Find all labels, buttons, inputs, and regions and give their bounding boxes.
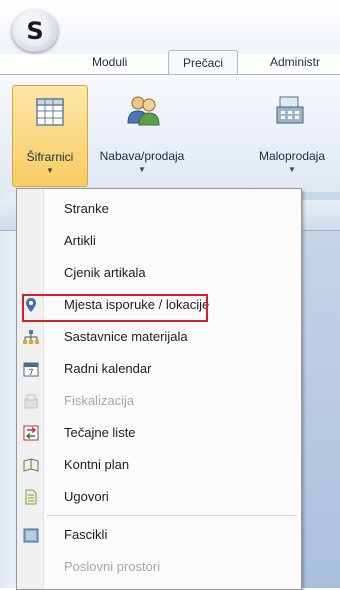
fiscal-icon [24,394,38,409]
sifrarnici-button[interactable]: Šifrarnici ▼ [12,85,88,187]
svg-text:7: 7 [28,368,33,377]
menu-item-fascikli[interactable]: Fascikli [17,521,301,549]
maloprodaja-label: Maloprodaja [258,149,326,163]
dropdown-arrow-icon: ▼ [288,165,296,174]
menu-item-radni-kalendar[interactable]: 7 Radni kalendar [17,355,301,383]
highlight-box-kontni-plan [22,294,208,322]
tab-precaci[interactable]: Prečaci [168,50,239,75]
folder-icon [23,528,39,543]
dropdown-arrow-icon: ▼ [46,166,54,175]
menu-item-fiskalizacija: Fiskalizacija [17,387,301,415]
tab-administracija[interactable]: Administr [256,50,334,74]
menu-item-kontni-plan[interactable]: Kontni plan [17,451,301,479]
menu-item-tecajne-liste[interactable]: Tečajne liste [17,419,301,447]
menu-item-label: Tečajne liste [64,425,136,440]
dropdown-arrow-icon: ▼ [138,165,146,174]
menu-item-label: Kontni plan [64,457,130,472]
ribbon-tabs: Moduli Prečaci Administr [0,50,340,76]
menu-separator [47,515,297,516]
menu-item-sastavnice-materijala[interactable]: Sastavnice materijala [17,323,301,351]
menu-item-label: Poslovni prostori [64,559,161,574]
sifrarnici-label: Šifrarnici [26,150,74,164]
people-icon [127,96,160,126]
cash-register-icon [276,96,304,124]
exchange-icon [23,425,39,441]
book-icon [23,458,39,472]
menu-item-poslovni-prostori: Poslovni prostori [17,553,301,581]
menu-item-label: Ugovori [64,489,109,504]
sifrarnici-dropdown-menu: Stranke Artikli Cjenik artikala Mjesta i… [16,188,302,590]
menu-item-label: Fascikli [64,527,108,542]
menu-item-label: Artikli [64,233,96,248]
menu-item-stranke[interactable]: Stranke [17,195,301,223]
document-icon [25,489,37,505]
menu-item-label: Radni kalendar [64,361,152,376]
app-orb-button[interactable]: S [12,10,58,52]
menu-item-cjenik-artikala[interactable]: Cjenik artikala [17,259,301,287]
menu-item-label: Stranke [64,201,109,216]
menu-item-label: Fiskalizacija [64,393,135,408]
ribbon-panel: Šifrarnici ▼ Nabava/prodaja ▼ Maloprodaj… [0,74,340,193]
nabava-prodaja-button[interactable]: Nabava/prodaja ▼ [92,85,192,185]
maloprodaja-button[interactable]: Maloprodaja ▼ [244,85,340,185]
grid-icon [36,98,64,126]
menu-item-artikli[interactable]: Artikli [17,227,301,255]
tab-moduli[interactable]: Moduli [78,50,141,74]
menu-item-label: Sastavnice materijala [64,329,188,344]
calendar-icon: 7 [23,362,39,377]
hierarchy-icon [23,330,39,344]
app-logo: S [19,16,51,46]
menu-item-label: Cjenik artikala [64,265,146,280]
nabava-prodaja-label: Nabava/prodaja [99,149,185,163]
menu-item-ugovori[interactable]: Ugovori [17,483,301,511]
